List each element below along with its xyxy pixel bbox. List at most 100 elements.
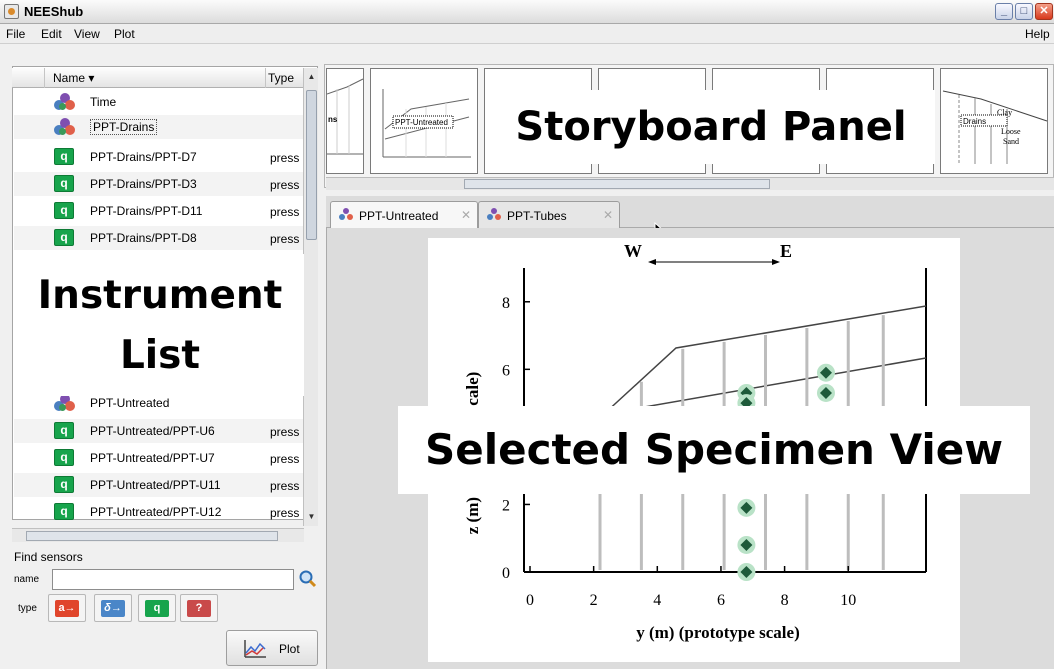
q-sensor-icon: q: [54, 229, 74, 246]
svg-text:Loose: Loose: [1001, 127, 1021, 136]
title-bar: NEEShub _ □ ✕: [0, 0, 1054, 24]
list-item-type: press: [270, 452, 300, 466]
list-item[interactable]: q PPT-Untreated/PPT-U11 press: [14, 473, 304, 497]
close-tab-icon[interactable]: ✕: [461, 208, 471, 222]
storyboard-thumbnail[interactable]: ns: [326, 68, 364, 174]
list-item[interactable]: q PPT-Drains/PPT-D11 press: [14, 199, 304, 223]
list-item-name: PPT-Drains/PPT-D3: [90, 177, 197, 191]
arrow-left-icon: [648, 259, 656, 265]
x-tick-label: 4: [653, 592, 661, 609]
plot-thumbnail-icon: ns: [326, 78, 364, 155]
q-sensor-icon: q: [54, 449, 74, 466]
callout-line-1: Instrument: [37, 273, 283, 318]
list-item[interactable]: Time: [14, 90, 304, 114]
q-sensor-icon: q: [54, 175, 74, 192]
list-item-type: press: [270, 178, 300, 192]
name-label: name: [14, 574, 40, 585]
storyboard-hscroll[interactable]: [326, 177, 1054, 190]
type-a-icon: a→: [55, 600, 79, 617]
tab-label: PPT-Tubes: [507, 209, 567, 223]
instrument-list-vscroll[interactable]: ▲ ▼: [303, 68, 318, 526]
menu-bar: File Edit View Plot Help: [0, 24, 1054, 44]
w-label: W: [624, 241, 642, 261]
q-sensor-icon: q: [54, 503, 74, 520]
sensor-name-input[interactable]: [52, 569, 294, 590]
type-filter-displacement[interactable]: a→: [48, 594, 86, 622]
storyboard-thumbnail[interactable]: Drains Clay Loose Sand: [940, 68, 1048, 174]
list-item[interactable]: q PPT-Untreated/PPT-U7 press: [14, 446, 304, 470]
q-sensor-icon: q: [54, 148, 74, 165]
y-tick-label: 2: [502, 497, 510, 514]
search-button[interactable]: [298, 569, 318, 590]
list-item-name: PPT-Untreated/PPT-U11: [90, 478, 221, 492]
y-tick-label: 8: [502, 295, 510, 312]
q-sensor-icon: q: [54, 476, 74, 493]
find-sensors-label: Find sensors: [14, 550, 83, 564]
specimen-view-callout: Selected Specimen View: [398, 406, 1030, 494]
list-item-name: PPT-Drains: [90, 119, 158, 135]
list-item-type: press: [270, 479, 300, 493]
java-app-icon: [4, 4, 19, 19]
list-item[interactable]: q PPT-Drains/PPT-D3 press: [14, 172, 304, 196]
svg-text:ns: ns: [328, 115, 338, 124]
plot-thumbnail-icon: Drains Clay Loose Sand: [942, 90, 1048, 164]
column-header-type[interactable]: Type: [268, 71, 294, 85]
type-filter-strain[interactable]: δ→: [94, 594, 132, 622]
menu-help[interactable]: Help: [1025, 27, 1050, 41]
type-label: type: [18, 603, 37, 614]
list-item[interactable]: q PPT-Untreated/PPT-U12 press: [14, 500, 304, 524]
list-item-type: press: [270, 232, 300, 246]
tab-ppt-untreated[interactable]: PPT-Untreated ✕: [330, 201, 478, 228]
type-filter-pressure[interactable]: q: [138, 594, 176, 622]
menu-view[interactable]: View: [74, 27, 100, 41]
list-item[interactable]: q PPT-Untreated/PPT-U6 press: [14, 419, 304, 443]
list-item[interactable]: q PPT-Drains/PPT-D7 press: [14, 145, 304, 169]
q-sensor-icon: q: [54, 202, 74, 219]
list-item-name: PPT-Drains/PPT-D8: [90, 231, 197, 245]
plot-thumbnail-icon: PPT-Untreated: [382, 89, 471, 158]
y-tick-label: 0: [502, 565, 510, 582]
x-tick-label: 6: [717, 592, 725, 609]
scroll-up-icon[interactable]: ▲: [306, 70, 317, 83]
maximize-button[interactable]: □: [1015, 3, 1033, 20]
group-dots-icon: [54, 118, 75, 135]
instrument-list-header: Name ▾ Type: [12, 68, 306, 88]
scroll-down-icon[interactable]: ▼: [306, 510, 317, 523]
x-tick-label: 8: [781, 592, 789, 609]
scrollbar-thumb[interactable]: [464, 179, 770, 189]
tab-ppt-tubes[interactable]: PPT-Tubes ✕: [478, 201, 620, 228]
storyboard-thumbnail[interactable]: PPT-Untreated: [370, 68, 478, 174]
list-item-name: PPT-Drains/PPT-D11: [90, 204, 203, 218]
menu-file[interactable]: File: [6, 27, 25, 41]
group-dots-icon: [54, 394, 75, 411]
list-item-name: Time: [90, 95, 117, 109]
svg-text:PPT-Untreated: PPT-Untreated: [395, 118, 448, 127]
plot-button[interactable]: Plot: [226, 630, 318, 666]
scrollbar-thumb[interactable]: [306, 90, 317, 240]
menu-edit[interactable]: Edit: [41, 27, 62, 41]
svg-text:Clay: Clay: [997, 108, 1012, 117]
instrument-list-hscroll[interactable]: [12, 528, 304, 542]
minimize-button[interactable]: _: [995, 3, 1013, 20]
list-item[interactable]: PPT-Drains: [14, 115, 304, 139]
callout-line-2: List: [119, 333, 201, 378]
type-delta-icon: δ→: [101, 600, 125, 617]
tab-label: PPT-Untreated: [359, 209, 439, 223]
list-item-name: PPT-Drains/PPT-D7: [90, 150, 197, 164]
close-tab-icon[interactable]: ✕: [603, 208, 613, 222]
type-filter-unknown[interactable]: ?: [180, 594, 218, 622]
instrument-list-callout: Instrument List: [16, 254, 304, 396]
storyboard-callout: Storyboard Panel: [487, 90, 935, 164]
list-item[interactable]: q PPT-Drains/PPT-D8 press: [14, 226, 304, 250]
list-item-name: PPT-Untreated/PPT-U6: [90, 424, 215, 438]
column-header-name[interactable]: Name ▾: [44, 68, 266, 88]
scrollbar-thumb[interactable]: [26, 531, 278, 541]
close-button[interactable]: ✕: [1035, 3, 1053, 20]
list-item-name: PPT-Untreated: [90, 396, 170, 410]
list-item-type: press: [270, 506, 300, 520]
list-item-type: press: [270, 425, 300, 439]
x-tick-label: 10: [840, 592, 856, 609]
list-item-type: press: [270, 205, 300, 219]
plot-button-label: Plot: [279, 642, 300, 656]
menu-plot[interactable]: Plot: [114, 27, 135, 41]
